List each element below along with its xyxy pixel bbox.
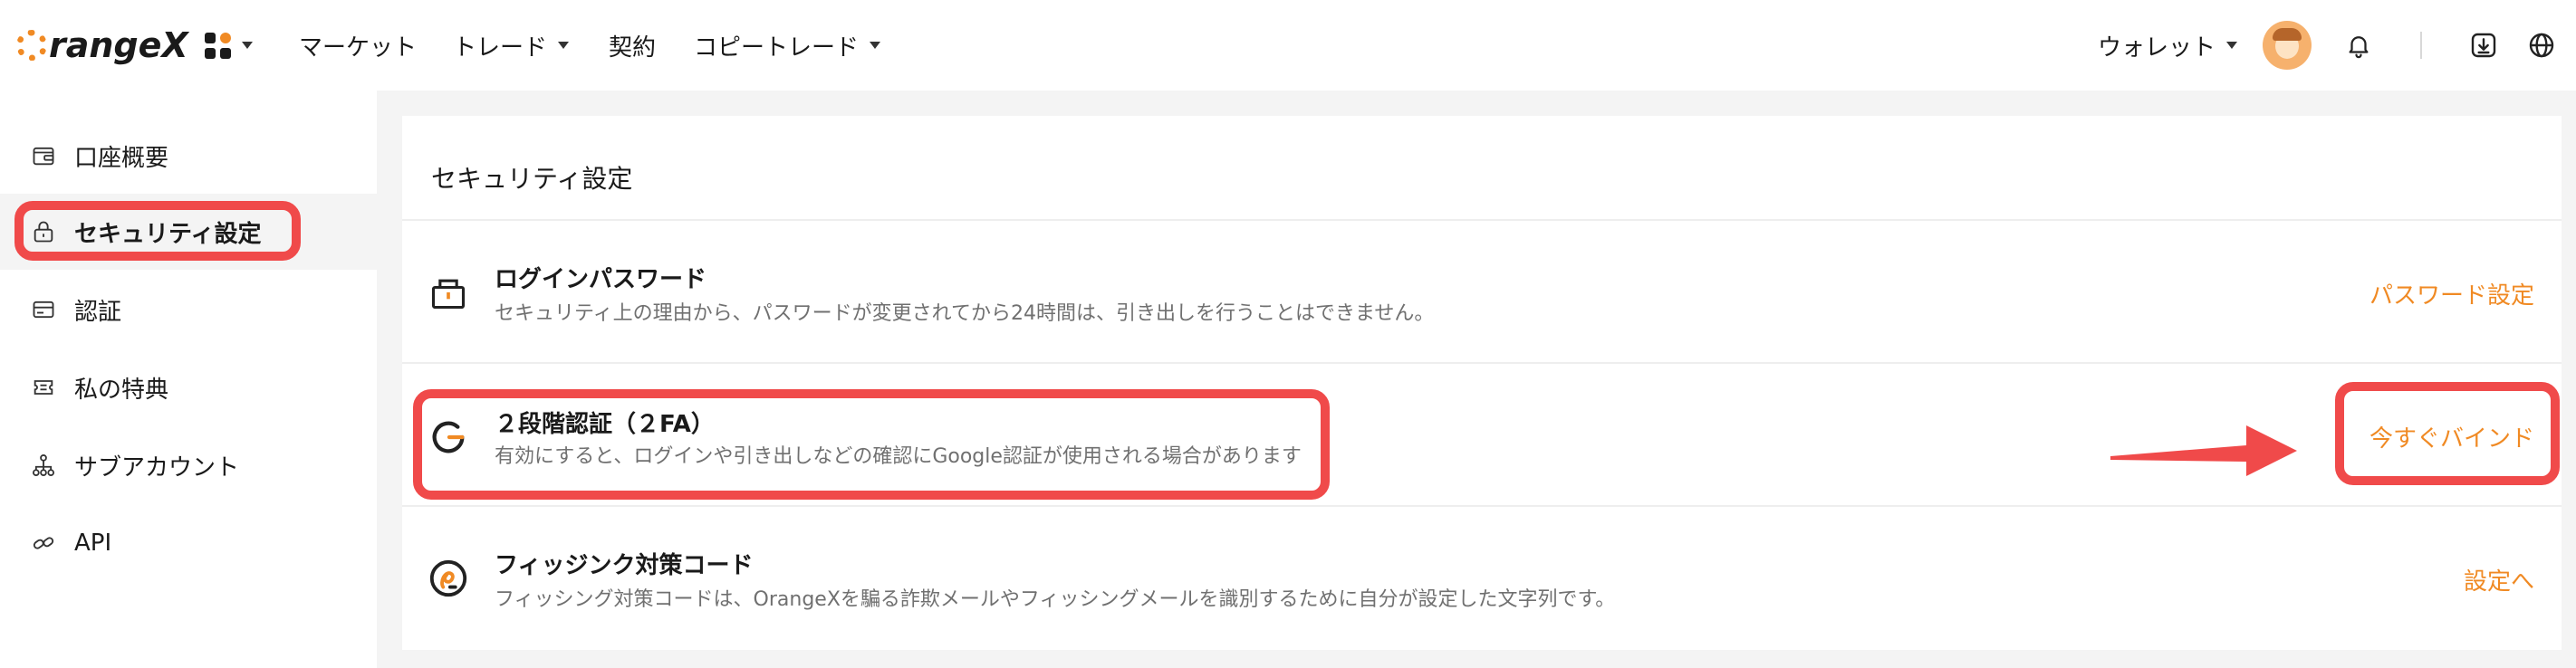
sidebar-item-label: 私の特典 [74,376,169,404]
chevron-down-icon [2226,42,2238,49]
chevron-down-icon [870,42,881,49]
go-to-settings-link[interactable]: 設定へ [2464,563,2534,596]
nav-contract-label: 契約 [609,33,657,62]
download-icon [2465,27,2502,63]
divider [402,362,2562,364]
nav-divider [2420,13,2422,78]
download-button[interactable] [2465,13,2502,78]
security-settings-card: セキュリティ設定 ログインパスワード セキュリティ上の理由から、パスワードが変更… [402,116,2562,650]
divider [402,219,2562,221]
apps-icon [205,32,231,59]
nav-market-label: マーケット [299,33,418,62]
logo-text: rangeX [49,25,188,65]
chevron-down-icon [242,42,253,49]
sidebar-item-sub-account[interactable]: サブアカウント [0,427,377,503]
nav-wallet[interactable]: ウォレット [2098,20,2238,71]
sidebar-item-security[interactable]: セキュリティ設定 [0,194,377,270]
user-avatar-image [2263,21,2312,70]
row-description: フィッシング対策コードは、OrangeXを騙る詐欺メールやフィッシングメールを識… [495,588,1616,611]
nav-copy-trade[interactable]: コピートレード [694,20,881,71]
sidebar-item-label: セキュリティ設定 [74,220,262,248]
nav-copy-trade-label: コピートレード [694,33,860,62]
api-icon [31,530,56,556]
logo-o-mark [16,30,47,61]
page-title: セキュリティ設定 [431,164,633,194]
anti-phishing-icon [428,558,469,599]
sidebar: 口座概要 セキュリティ設定 認証 私の特典 サブアカウント API [0,91,377,668]
nav-wallet-label: ウォレット [2098,33,2216,62]
sidebar-item-verification[interactable]: 認証 [0,272,377,348]
language-button[interactable] [2523,13,2560,78]
chevron-down-icon [558,42,570,49]
lock-icon [31,219,56,244]
bind-now-link[interactable]: 今すぐバインド [2369,420,2534,453]
sidebar-item-account-overview[interactable]: 口座概要 [0,118,377,194]
id-card-icon [31,297,56,322]
row-description: セキュリティ上の理由から、パスワードが変更されてから24時間は、引き出しを行うこ… [495,302,1435,325]
ticket-icon [31,375,56,400]
set-password-link[interactable]: パスワード設定 [2369,277,2534,310]
nav-market[interactable]: マーケット [299,20,417,71]
wallet-icon [31,143,56,168]
sidebar-item-api[interactable]: API [0,505,377,581]
row-title: ログインパスワード [495,266,707,293]
nav-trade-label: トレード [453,33,548,62]
google-g-icon [428,416,469,458]
nav-trade[interactable]: トレード [453,20,570,71]
row-description: 有効にすると、ログインや引き出しなどの確認にGoogle認証が使用される場合があ… [495,445,1302,468]
avatar[interactable] [2263,13,2312,78]
sidebar-item-label: 認証 [74,298,122,326]
orangex-logo[interactable]: rangeX [16,16,188,74]
nav-contract[interactable]: 契約 [609,20,656,71]
sidebar-item-label: API [74,530,112,557]
top-navbar: rangeX マーケット トレード 契約 コピートレード ウォレット [0,0,2576,91]
row-title: フィッジンク対策コード [495,552,754,579]
bell-icon [2341,27,2377,63]
sidebar-item-label: サブアカウント [74,453,240,482]
divider [402,505,2562,507]
row-title: ２段階認証（２FA） [495,411,715,438]
annotation-arrow-icon [2110,425,2297,476]
padlock-icon [428,272,469,313]
sidebar-item-rewards[interactable]: 私の特典 [0,349,377,425]
apps-menu-button[interactable] [205,22,253,69]
hierarchy-icon [31,453,56,478]
sidebar-item-label: 口座概要 [74,144,169,172]
notifications-button[interactable] [2341,13,2377,78]
globe-icon [2523,27,2560,63]
